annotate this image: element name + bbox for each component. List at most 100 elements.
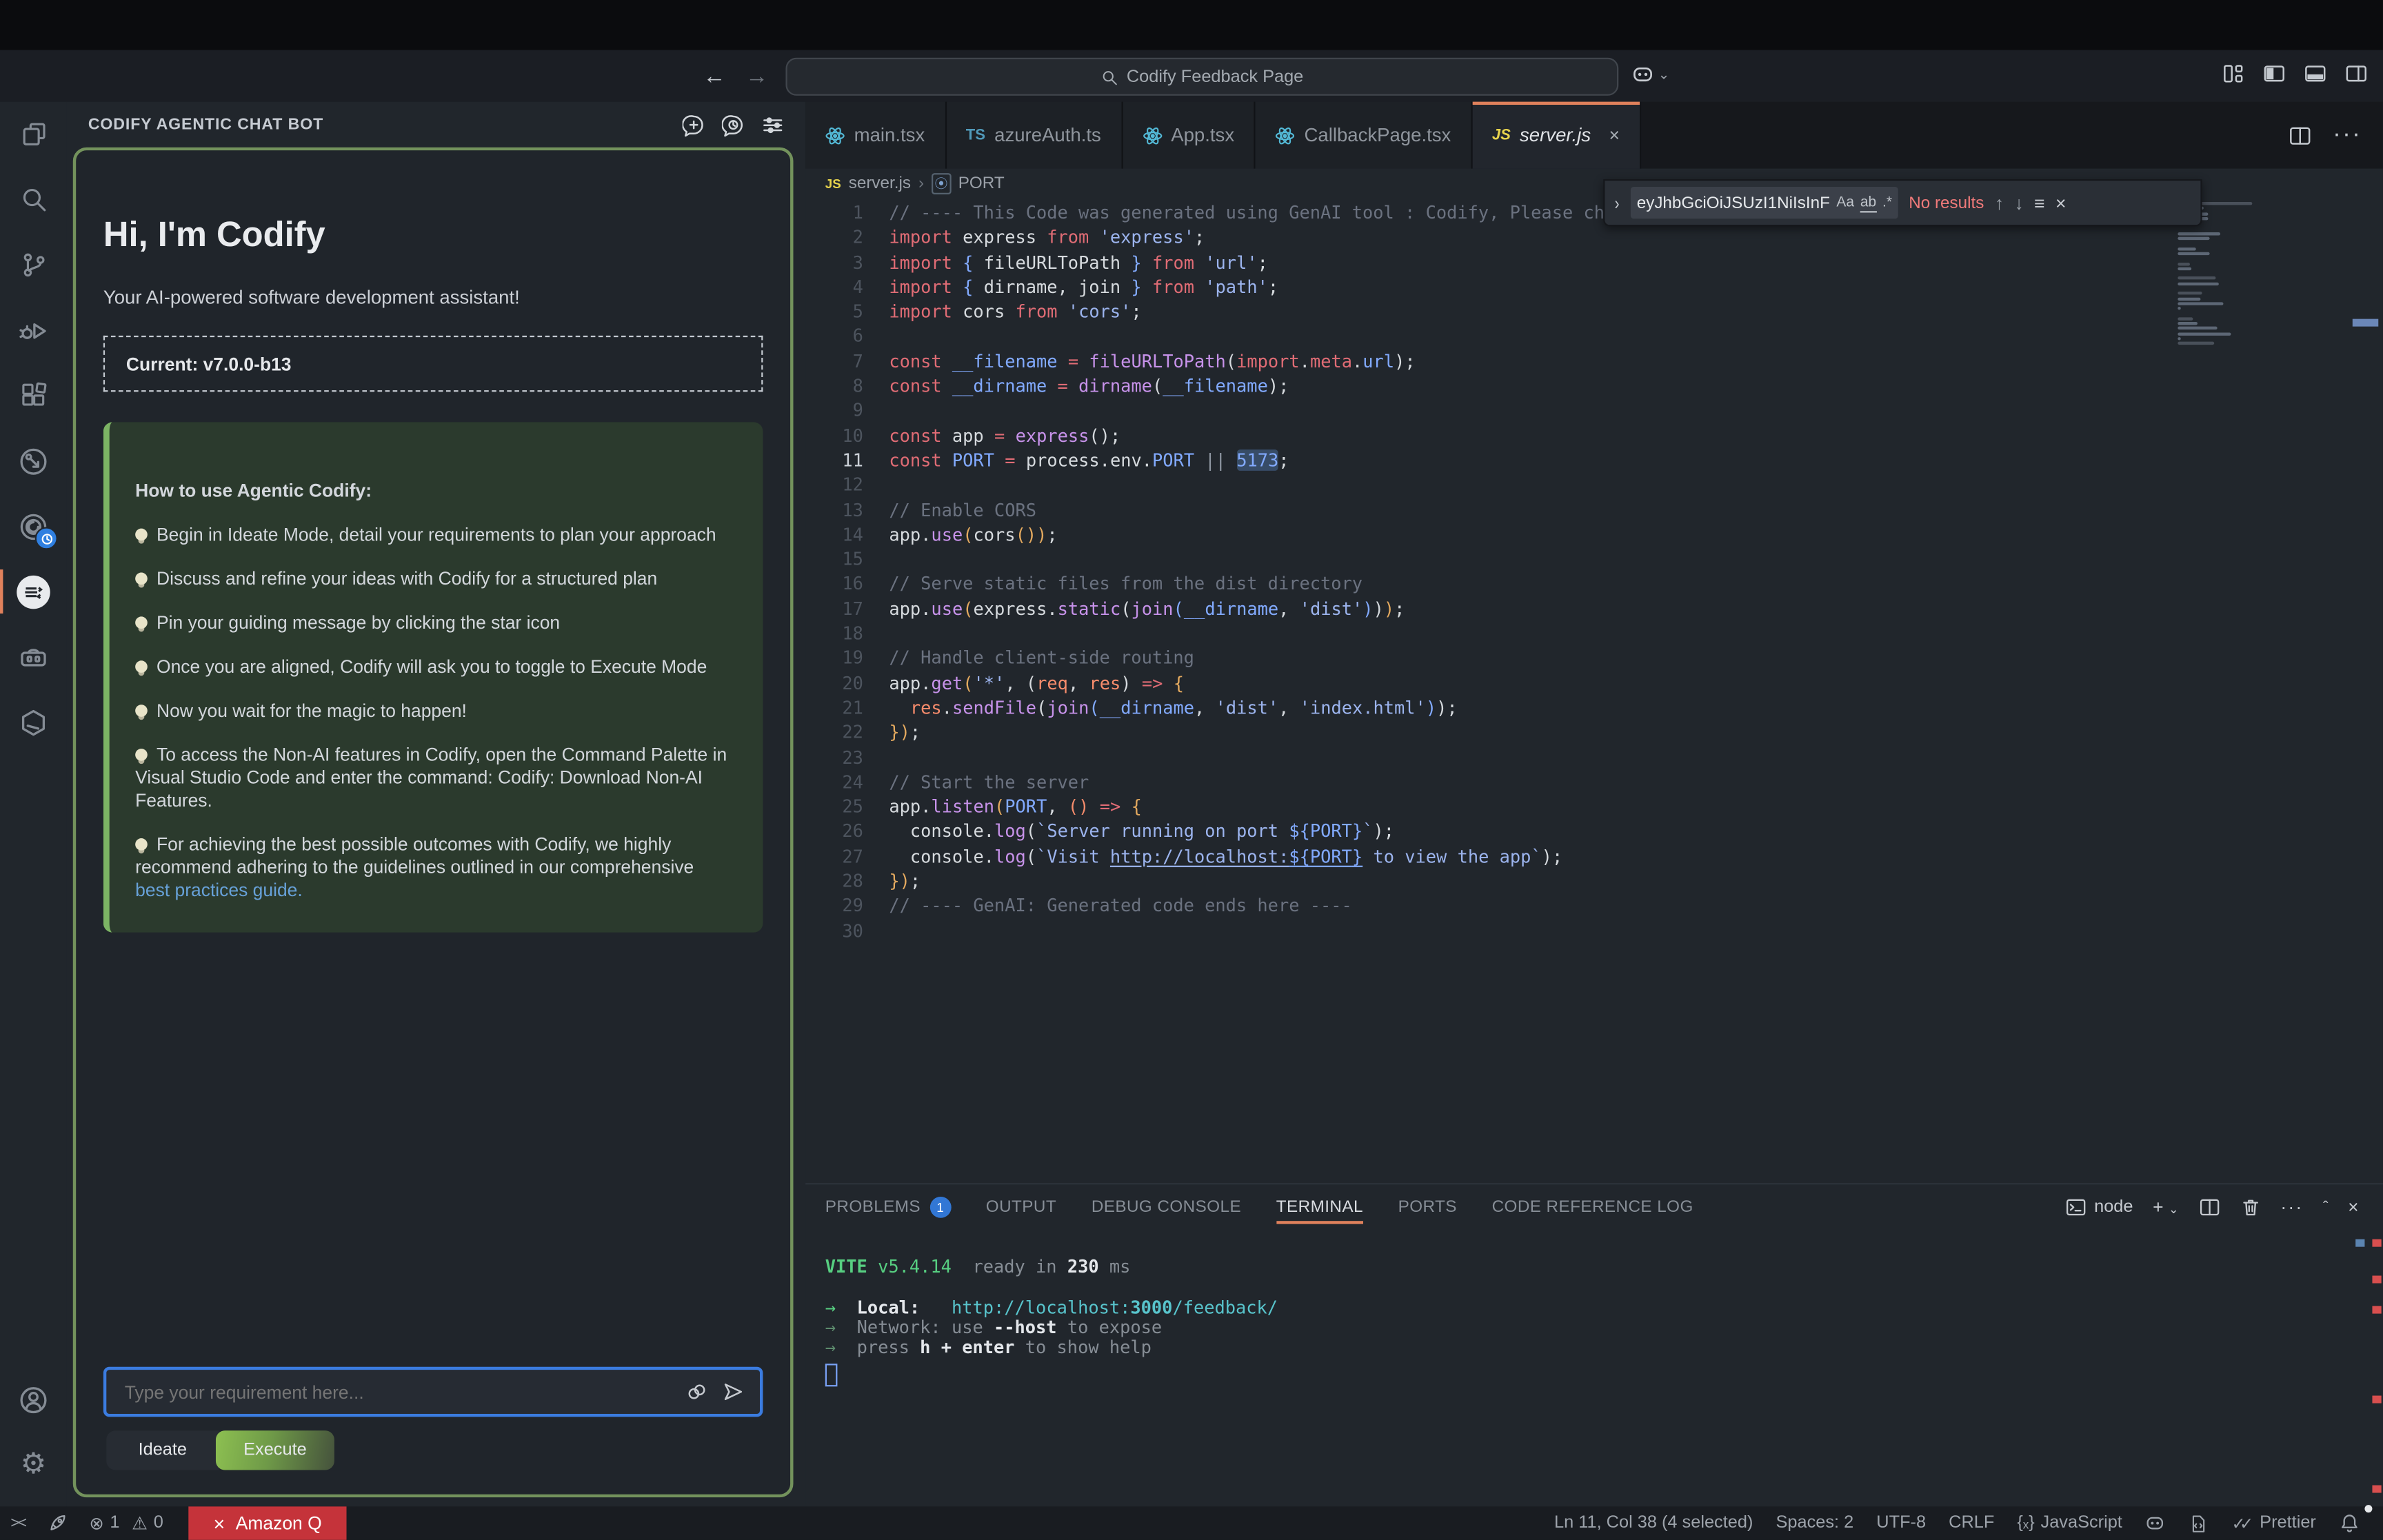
problems-status[interactable]: ⊗ 1 ⚠ 0 bbox=[79, 1506, 174, 1539]
code-line[interactable]: 27 console.log(`Visit http://localhost:$… bbox=[805, 844, 1825, 869]
file-code-status[interactable] bbox=[2178, 1506, 2220, 1539]
send-icon[interactable] bbox=[722, 1381, 745, 1404]
code-line[interactable]: 14app.use(cors()); bbox=[805, 523, 1825, 547]
formatter-status[interactable]: ✓✓ Prettier bbox=[2221, 1506, 2326, 1539]
line-number[interactable]: 24 bbox=[805, 770, 889, 795]
activitybar-history-tool[interactable] bbox=[0, 494, 67, 559]
activitybar-source-control[interactable] bbox=[0, 232, 67, 298]
tab-main-tsx[interactable]: main.tsx bbox=[805, 102, 946, 169]
code-line[interactable]: 19// Handle client-side routing bbox=[805, 646, 1825, 671]
code-line[interactable]: 18 bbox=[805, 621, 1825, 646]
line-number[interactable]: 21 bbox=[805, 696, 889, 720]
line-number[interactable]: 8 bbox=[805, 374, 889, 398]
find-previous-icon[interactable]: ↑ bbox=[1995, 192, 2004, 214]
toggle-secondary-sidebar-icon[interactable] bbox=[2345, 62, 2368, 85]
minimap[interactable] bbox=[2178, 202, 2344, 1184]
line-number[interactable]: 6 bbox=[805, 324, 889, 349]
breadcrumb-symbol[interactable]: PORT bbox=[958, 174, 1005, 192]
line-number[interactable]: 18 bbox=[805, 621, 889, 646]
code-line[interactable]: 30 bbox=[805, 918, 1825, 943]
find-next-icon[interactable]: ↓ bbox=[2014, 192, 2023, 214]
chat-history-icon[interactable] bbox=[722, 113, 745, 136]
whole-word-icon[interactable]: ab bbox=[1860, 194, 1876, 212]
tab-server-js[interactable]: JS server.js × bbox=[1472, 102, 1641, 169]
attach-link-icon[interactable] bbox=[685, 1381, 708, 1404]
overview-ruler[interactable] bbox=[2349, 197, 2382, 1184]
cursor-position[interactable]: Ln 11, Col 38 (4 selected) bbox=[1544, 1506, 1764, 1539]
activitybar-codify[interactable] bbox=[0, 559, 67, 625]
requirement-input[interactable] bbox=[121, 1379, 685, 1404]
code-line[interactable]: 23 bbox=[805, 745, 1825, 770]
copilot-status[interactable] bbox=[2134, 1506, 2177, 1539]
code-line[interactable]: 17app.use(express.static(join(__dirname,… bbox=[805, 596, 1825, 621]
code-editor[interactable]: 1// ---- This Code was generated using G… bbox=[805, 197, 2383, 1184]
code-line[interactable]: 11const PORT = process.env.PORT || 5173; bbox=[805, 448, 1825, 473]
code-line[interactable]: 28}); bbox=[805, 869, 1825, 893]
match-case-icon[interactable]: Aa bbox=[1836, 194, 1854, 211]
toggle-replace-icon[interactable]: › bbox=[1615, 192, 1620, 214]
code-line[interactable]: 9 bbox=[805, 398, 1825, 423]
code-line[interactable]: 10const app = express(); bbox=[805, 423, 1825, 448]
execute-button[interactable]: Execute bbox=[216, 1430, 334, 1470]
line-number[interactable]: 1 bbox=[805, 201, 889, 225]
tab-ports[interactable]: PORTS bbox=[1398, 1184, 1457, 1230]
remote-indicator[interactable]: >< bbox=[0, 1506, 36, 1539]
nav-forward-icon[interactable]: → bbox=[742, 61, 772, 91]
close-panel-icon[interactable]: × bbox=[2348, 1197, 2358, 1218]
command-center-search[interactable]: Codify Feedback Page bbox=[785, 58, 1618, 96]
activitybar-search[interactable] bbox=[0, 167, 67, 232]
line-number[interactable]: 5 bbox=[805, 299, 889, 324]
code-line[interactable]: 12 bbox=[805, 473, 1825, 498]
activitybar-bot[interactable] bbox=[0, 624, 67, 689]
line-number[interactable]: 12 bbox=[805, 473, 889, 498]
new-terminal-icon[interactable]: + ⌄ bbox=[2153, 1197, 2179, 1218]
line-number[interactable]: 14 bbox=[805, 523, 889, 547]
activitybar-accounts[interactable] bbox=[0, 1367, 67, 1432]
activitybar-explorer[interactable] bbox=[0, 102, 67, 168]
line-number[interactable]: 13 bbox=[805, 498, 889, 523]
line-number[interactable]: 15 bbox=[805, 547, 889, 571]
code-line[interactable]: 22}); bbox=[805, 720, 1825, 745]
close-icon[interactable]: × bbox=[2055, 192, 2066, 214]
code-line[interactable]: 26 console.log(`Server running on port $… bbox=[805, 819, 1825, 844]
editor-more-actions-icon[interactable]: ··· bbox=[2333, 121, 2362, 149]
trash-icon[interactable] bbox=[2240, 1197, 2261, 1218]
close-icon[interactable]: × bbox=[1609, 125, 1620, 146]
code-line[interactable]: 3import { fileURLToPath } from 'url'; bbox=[805, 250, 1825, 275]
copilot-menu[interactable]: ⌄ bbox=[1631, 62, 1669, 86]
code-line[interactable]: 7const __filename = fileURLToPath(import… bbox=[805, 349, 1825, 374]
line-number[interactable]: 9 bbox=[805, 398, 889, 423]
find-query[interactable]: eyJhbGciOiJSUzI1NiIsInF bbox=[1637, 194, 1831, 212]
line-number[interactable]: 23 bbox=[805, 745, 889, 770]
customize-layout-icon[interactable] bbox=[2222, 62, 2244, 85]
tab-debug-console[interactable]: DEBUG CONSOLE bbox=[1092, 1184, 1241, 1230]
code-line[interactable]: 2import express from 'express'; bbox=[805, 225, 1825, 250]
code-line[interactable]: 21 res.sendFile(join(__dirname, 'dist', … bbox=[805, 696, 1825, 720]
tab-callbackpage-tsx[interactable]: CallbackPage.tsx bbox=[1256, 102, 1472, 169]
tab-app-tsx[interactable]: App.tsx bbox=[1123, 102, 1256, 169]
line-number[interactable]: 2 bbox=[805, 225, 889, 250]
code-line[interactable]: 16// Serve static files from the dist di… bbox=[805, 571, 1825, 596]
line-number[interactable]: 29 bbox=[805, 893, 889, 918]
tab-output[interactable]: OUTPUT bbox=[986, 1184, 1056, 1230]
amazon-q-status[interactable]: × Amazon Q bbox=[189, 1506, 346, 1539]
rocket-icon[interactable] bbox=[36, 1506, 79, 1539]
indentation[interactable]: Spaces: 2 bbox=[1765, 1506, 1864, 1539]
toggle-primary-sidebar-icon[interactable] bbox=[2263, 62, 2286, 85]
line-number[interactable]: 16 bbox=[805, 571, 889, 596]
line-number[interactable]: 30 bbox=[805, 918, 889, 943]
line-number[interactable]: 25 bbox=[805, 794, 889, 819]
line-number[interactable]: 19 bbox=[805, 646, 889, 671]
filter-sliders-icon[interactable] bbox=[761, 113, 784, 136]
tab-terminal[interactable]: TERMINAL bbox=[1276, 1184, 1363, 1230]
activitybar-settings[interactable]: ⚙ bbox=[0, 1432, 67, 1497]
code-line[interactable]: 24// Start the server bbox=[805, 770, 1825, 795]
tab-code-reference-log[interactable]: CODE REFERENCE LOG bbox=[1492, 1184, 1693, 1230]
terminal-output[interactable]: VITE v5.4.14 ready in 230 ms→ Local: htt… bbox=[825, 1257, 1278, 1387]
nav-back-icon[interactable]: ← bbox=[699, 61, 730, 91]
encoding[interactable]: UTF-8 bbox=[1866, 1506, 1937, 1539]
ideate-button[interactable]: Ideate bbox=[106, 1430, 219, 1470]
line-number[interactable]: 11 bbox=[805, 448, 889, 473]
code-line[interactable]: 8const __dirname = dirname(__filename); bbox=[805, 374, 1825, 398]
activitybar-run-debug[interactable] bbox=[0, 298, 67, 363]
